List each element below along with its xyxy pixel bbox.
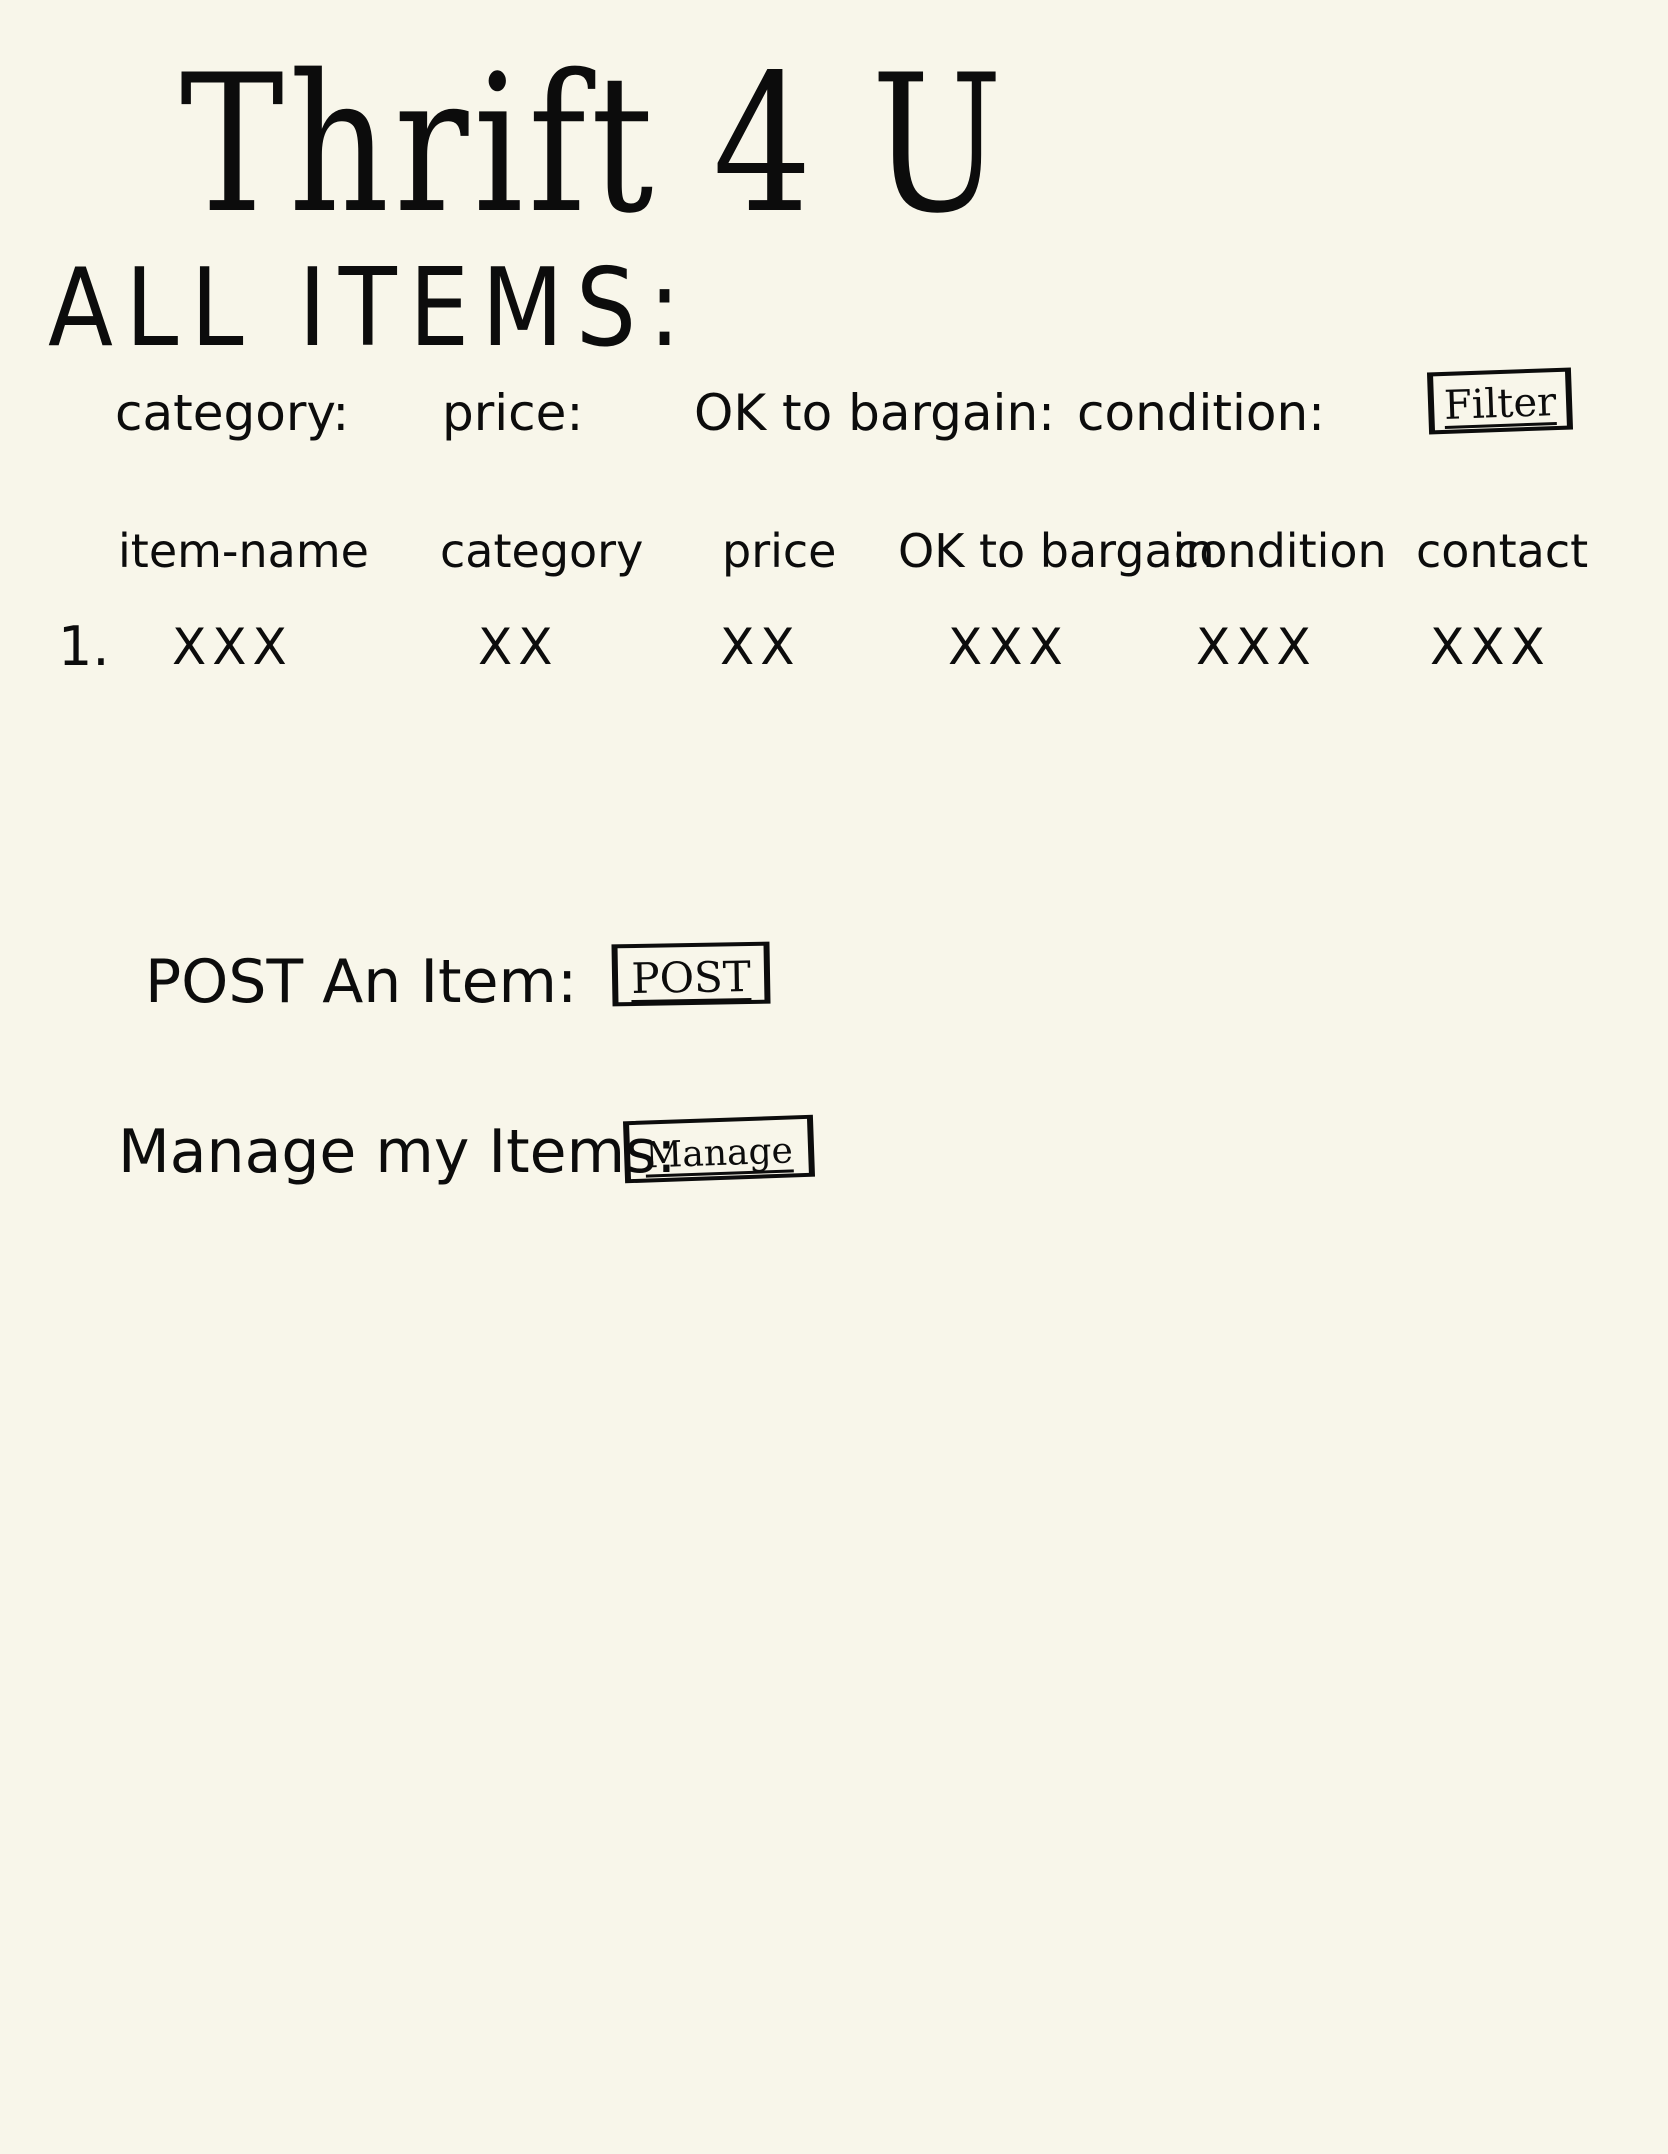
app-title: Thrift 4 U [180, 34, 1008, 255]
post-button-label: POST [630, 951, 752, 1004]
cell-item-name: XXX [172, 618, 293, 676]
filter-button-label: Filter [1443, 379, 1557, 429]
condition-filter-label[interactable]: condition: [1077, 388, 1325, 438]
all-items-heading: ALL ITEMS: [48, 246, 693, 371]
column-header-price: price [722, 524, 837, 578]
column-header-condition: condition [1174, 524, 1387, 578]
column-header-contact: contact [1416, 524, 1589, 578]
column-header-bargain: OK to bargain [898, 524, 1215, 578]
bargain-filter-label[interactable]: OK to bargain: [694, 388, 1055, 438]
post-item-label: POST An Item: [145, 947, 578, 1017]
manage-items-label: Manage my Items: [118, 1117, 677, 1187]
cell-bargain: XXX [948, 618, 1069, 676]
cell-contact: XXX [1430, 618, 1551, 676]
filter-button[interactable]: Filter [1426, 367, 1574, 435]
cell-price: XX [720, 618, 801, 676]
category-filter-label[interactable]: category: [115, 388, 349, 438]
cell-condition: XXX [1196, 618, 1317, 676]
row-number: 1. [58, 615, 110, 678]
post-button[interactable]: POST [611, 941, 771, 1007]
column-header-category: category [440, 524, 644, 578]
manage-button-label: Manage [644, 1129, 794, 1178]
column-header-item-name: item-name [118, 524, 369, 578]
cell-category: XX [478, 618, 559, 676]
price-filter-label[interactable]: price: [442, 388, 583, 438]
manage-button[interactable]: Manage [622, 1114, 816, 1184]
